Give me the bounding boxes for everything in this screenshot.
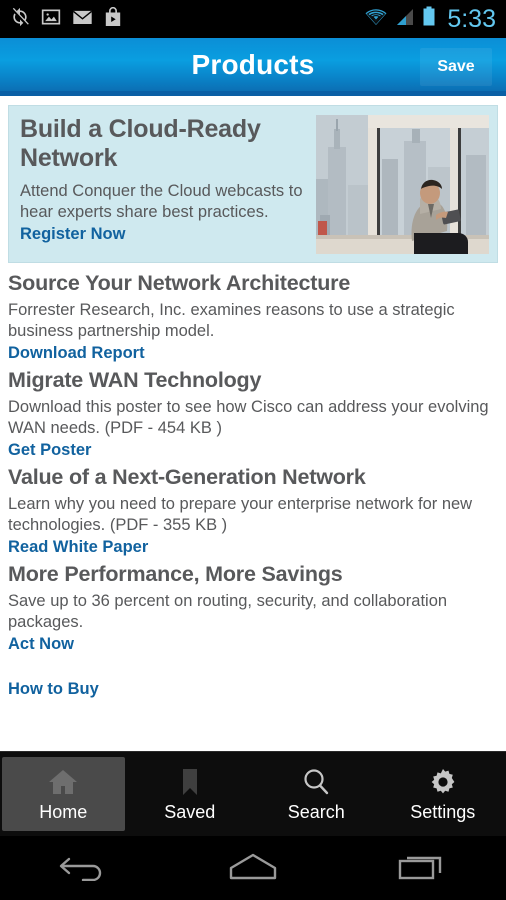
promo-text-block: Build a Cloud-Ready Network Attend Conqu… — [9, 106, 309, 262]
app-header-bar: Products Save — [0, 38, 506, 96]
recents-icon — [397, 851, 447, 886]
bottom-tab-bar: Home Saved Search Settings — [0, 751, 506, 836]
nav-home-button[interactable] — [169, 851, 338, 886]
save-button-label: Save — [437, 58, 475, 75]
nav-back-button[interactable] — [0, 851, 169, 886]
article-item[interactable]: Migrate WAN Technology Download this pos… — [8, 368, 498, 461]
email-icon — [72, 7, 93, 32]
save-button[interactable]: Save — [420, 48, 492, 86]
article-description: Download this poster to see how Cisco ca… — [8, 397, 489, 437]
article-description: Learn why you need to prepare your enter… — [8, 495, 473, 535]
bookmark-icon — [177, 766, 203, 799]
back-icon — [57, 851, 111, 886]
promo-image — [316, 115, 489, 254]
tab-search-label: Search — [287, 801, 345, 822]
home-icon — [225, 851, 281, 886]
image-icon — [41, 7, 61, 32]
promo-body: Attend Conquer the Cloud webcasts to hea… — [20, 181, 303, 221]
promo-title: Build a Cloud-Ready Network — [20, 115, 261, 173]
tab-settings[interactable]: Settings — [382, 757, 505, 831]
system-navigation-bar — [0, 836, 506, 900]
tab-home[interactable]: Home — [2, 757, 125, 831]
tab-saved[interactable]: Saved — [129, 757, 252, 831]
article-link[interactable]: Read White Paper — [8, 537, 498, 558]
tab-settings-label: Settings — [410, 801, 476, 822]
scrollable-content[interactable]: Build a Cloud-Ready Network Attend Conqu… — [0, 96, 506, 751]
play-store-icon — [104, 6, 122, 32]
article-link[interactable]: Get Poster — [8, 440, 498, 461]
tab-home-label: Home — [39, 801, 88, 822]
home-icon — [46, 766, 80, 799]
article-title: Migrate WAN Technology — [8, 368, 262, 393]
wifi-icon — [364, 7, 388, 32]
tab-search[interactable]: Search — [255, 757, 378, 831]
article-list: Source Your Network Architecture Forrest… — [0, 263, 506, 656]
how-to-buy-link[interactable]: How to Buy — [0, 680, 506, 699]
article-title: More Performance, More Savings — [8, 562, 343, 587]
article-item[interactable]: Value of a Next-Generation Network Learn… — [8, 465, 498, 558]
sync-icon — [10, 7, 30, 32]
nav-recents-button[interactable] — [337, 851, 506, 886]
promo-banner[interactable]: Build a Cloud-Ready Network Attend Conqu… — [8, 105, 498, 263]
battery-icon — [422, 6, 436, 32]
article-item[interactable]: Source Your Network Architecture Forrest… — [8, 271, 498, 364]
status-bar-system-icons: 5:33 — [364, 6, 496, 32]
gear-icon — [428, 766, 458, 799]
search-icon — [301, 766, 331, 799]
article-description: Forrester Research, Inc. examines reason… — [8, 300, 455, 340]
article-title: Value of a Next-Generation Network — [8, 465, 366, 490]
status-bar: 5:33 — [0, 0, 506, 38]
promo-register-link[interactable]: Register Now — [20, 225, 309, 244]
article-item[interactable]: More Performance, More Savings Save up t… — [8, 562, 498, 655]
page-title: Products — [191, 48, 315, 80]
status-bar-clock: 5:33 — [447, 4, 496, 33]
status-bar-notification-icons — [10, 6, 122, 32]
article-title: Source Your Network Architecture — [8, 271, 351, 295]
article-link[interactable]: Act Now — [8, 634, 498, 655]
article-link[interactable]: Download Report — [8, 343, 498, 364]
tab-saved-label: Saved — [164, 801, 216, 822]
android-phone-screen: 5:33 Products Save Build a Cloud-Ready N… — [0, 0, 506, 900]
cellular-signal-icon — [395, 7, 415, 32]
article-description: Save up to 36 percent on routing, securi… — [8, 592, 448, 632]
